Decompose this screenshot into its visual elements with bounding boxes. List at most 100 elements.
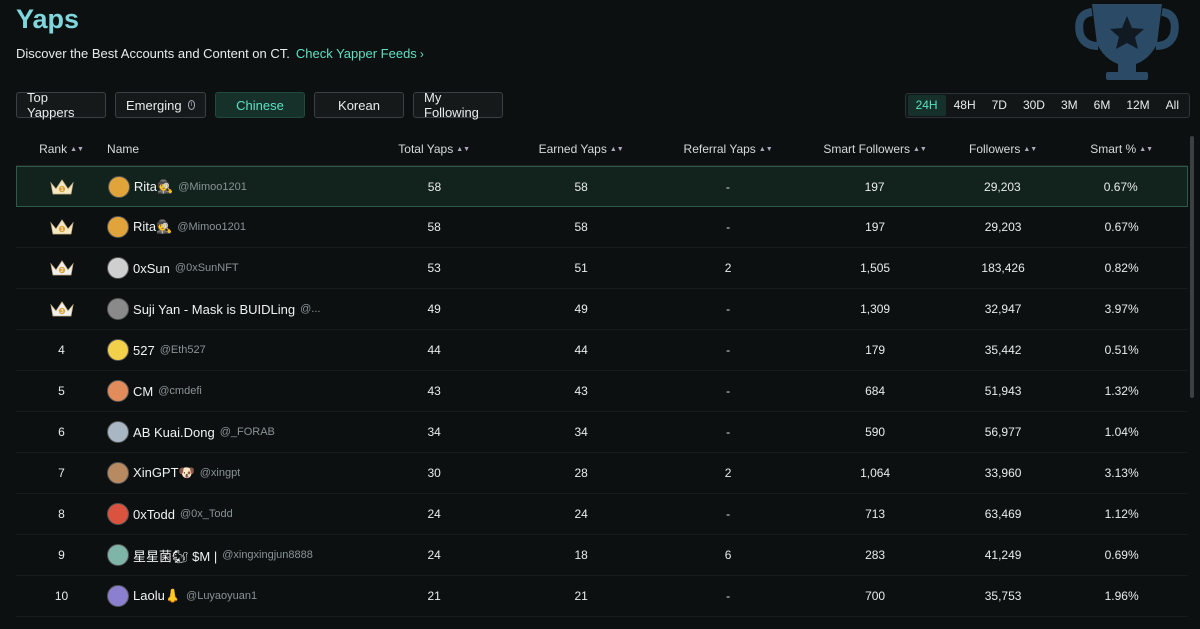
crown-icon: 2 [49,260,74,276]
period-7d[interactable]: 7D [984,95,1015,116]
col-referral-yaps[interactable]: Referral Yaps ▲▼ [657,142,799,156]
earned-yaps: 58 [574,220,588,234]
total-yaps: 49 [427,302,441,316]
col-rank[interactable]: Rank ▲▼ [16,142,107,156]
page-title: Yaps [16,4,80,34]
col-label: Smart % [1090,141,1137,156]
name-cell[interactable]: 星星菌🐿 $M | @xingxingjun8888 [107,544,363,566]
total-yaps: 58 [427,179,442,194]
followers: 51,943 [984,384,1022,398]
smart-followers: 197 [864,179,885,194]
referral-yaps: - [726,220,731,234]
period-12m[interactable]: 12M [1118,95,1157,116]
filter-my-following[interactable]: My Following [413,90,503,120]
col-earned-yaps[interactable]: Earned Yaps ▲▼ [505,142,657,156]
table-row[interactable]: 2 0xSun @0xSunNFT 53 51 2 1,505 183,426 … [16,248,1188,289]
table-row[interactable]: 9 星星菌🐿 $M | @xingxingjun8888 24 18 6 283… [16,535,1188,576]
filter-emerging[interactable]: Emerging i [115,92,206,118]
referral-yaps: - [726,507,731,521]
user-name: 星星菌🐿 $M | [133,548,218,564]
name-cell[interactable]: 0xTodd @0x_Todd [107,503,363,525]
avatar [107,462,130,484]
col-label: Followers [968,141,1021,156]
col-followers[interactable]: Followers ▲▼ [951,142,1055,156]
table-row[interactable]: 10 Laolu👃 @Luyaoyuan1 21 21 - 700 35,753… [16,576,1188,617]
table-row[interactable]: 1 Rita🕵 @Mimoo1201 58 58 - 197 29,203 0.… [16,207,1188,248]
rank-cell: 2 [16,258,107,278]
sort-icon: ▲▼ [913,145,927,153]
col-label: Total Yaps [398,141,454,156]
smart-followers: 590 [865,425,886,439]
table-row[interactable]: 7 XinGPT🐶 @xingpt 30 28 2 1,064 33,960 3… [16,453,1188,494]
name-cell[interactable]: Suji Yan - Mask is BUIDLing @... [107,298,363,320]
period-3m[interactable]: 3M [1053,95,1086,116]
filter-top-yappers[interactable]: Top Yappers [16,90,106,120]
crown-icon: 1 [50,178,75,194]
rank-cell: 1 [17,177,108,197]
table-row[interactable]: 4 527 @Eth527 44 44 - 179 35,442 0.51% [16,330,1188,371]
yapper-feeds-link[interactable]: Check Yapper Feeds [296,46,417,61]
col-total-yaps[interactable]: Total Yaps ▲▼ [363,142,505,156]
table-row[interactable]: 8 0xTodd @0x_Todd 24 24 - 713 63,469 1.1… [16,494,1188,535]
scrollbar[interactable] [1190,136,1194,398]
rank-cell: 7 [58,466,65,480]
name-cell[interactable]: AB Kuai.Dong @_FORAB [107,421,363,443]
referral-yaps: - [726,343,731,357]
period-48h[interactable]: 48H [946,95,984,116]
rank-cell: 3 [16,299,107,319]
smart-pct: 1.96% [1104,589,1139,603]
name-cell[interactable]: 0xSun @0xSunNFT [107,257,363,279]
avatar [107,298,130,320]
user-name: 0xSun [133,260,170,276]
leaderboard-table: Rank ▲▼ Name Total Yaps ▲▼ Earned Yaps ▲▼ R… [16,132,1188,617]
period-24h[interactable]: 24H [907,95,946,116]
earned-yaps: 34 [574,425,588,439]
col-label: Rank [39,141,68,156]
name-cell[interactable]: XinGPT🐶 @xingpt [107,462,363,484]
period-30d[interactable]: 30D [1015,95,1053,116]
filter-label: Korean [338,97,380,113]
table-row[interactable]: 1 Rita🕵 @Mimoo1201 58 58 - 197 29,203 0.… [16,166,1188,207]
subtitle-text: Discover the Best Accounts and Content o… [16,46,290,61]
name-cell[interactable]: Rita🕵 @Mimoo1201 [107,175,364,198]
followers: 35,753 [984,589,1022,603]
user-handle: @xingpt [199,467,241,479]
period-all[interactable]: All [1158,95,1187,116]
referral-yaps: - [726,425,731,439]
col-label: Smart Followers [823,141,910,156]
total-yaps: 53 [427,261,441,275]
col-smart-pct[interactable]: Smart % ▲▼ [1055,142,1188,156]
name-cell[interactable]: CM @cmdefi [107,380,363,402]
earned-yaps: 58 [574,179,588,194]
name-cell[interactable]: Rita🕵 @Mimoo1201 [107,216,363,238]
filter-label: My Following [424,90,479,120]
table-row[interactable]: 5 CM @cmdefi 43 43 - 684 51,943 1.32% [16,371,1188,412]
col-smart-followers[interactable]: Smart Followers ▲▼ [799,142,951,156]
total-yaps: 24 [427,507,441,521]
earned-yaps: 49 [574,302,588,316]
filter-korean[interactable]: Korean [314,92,404,118]
total-yaps: 30 [427,466,441,480]
filter-chinese[interactable]: Chinese [215,92,305,118]
name-cell[interactable]: 527 @Eth527 [107,339,363,361]
followers: 41,249 [984,548,1022,562]
user-handle: @_FORAB [219,426,275,438]
total-yaps: 34 [427,425,441,439]
user-name: XinGPT🐶 [133,465,195,480]
smart-followers: 1,064 [860,466,891,480]
col-label: Earned Yaps [538,141,607,156]
sort-icon: ▲▼ [1139,145,1154,153]
col-label: Referral Yaps [683,141,756,156]
rank-cell: 8 [58,507,65,521]
crown-icon: 1 [49,219,74,235]
user-name: Suji Yan - Mask is BUIDLing [133,301,296,317]
user-handle: @cmdefi [158,385,202,397]
name-cell[interactable]: Laolu👃 @Luyaoyuan1 [107,585,363,607]
referral-yaps: - [726,302,731,316]
period-6m[interactable]: 6M [1086,95,1119,116]
table-row[interactable]: 6 AB Kuai.Dong @_FORAB 34 34 - 590 56,97… [16,412,1188,453]
rank-number: 1 [60,227,63,233]
table-row[interactable]: 3 Suji Yan - Mask is BUIDLing @... 49 49… [16,289,1188,330]
smart-followers: 700 [865,589,886,603]
filter-label: Emerging [126,97,182,113]
